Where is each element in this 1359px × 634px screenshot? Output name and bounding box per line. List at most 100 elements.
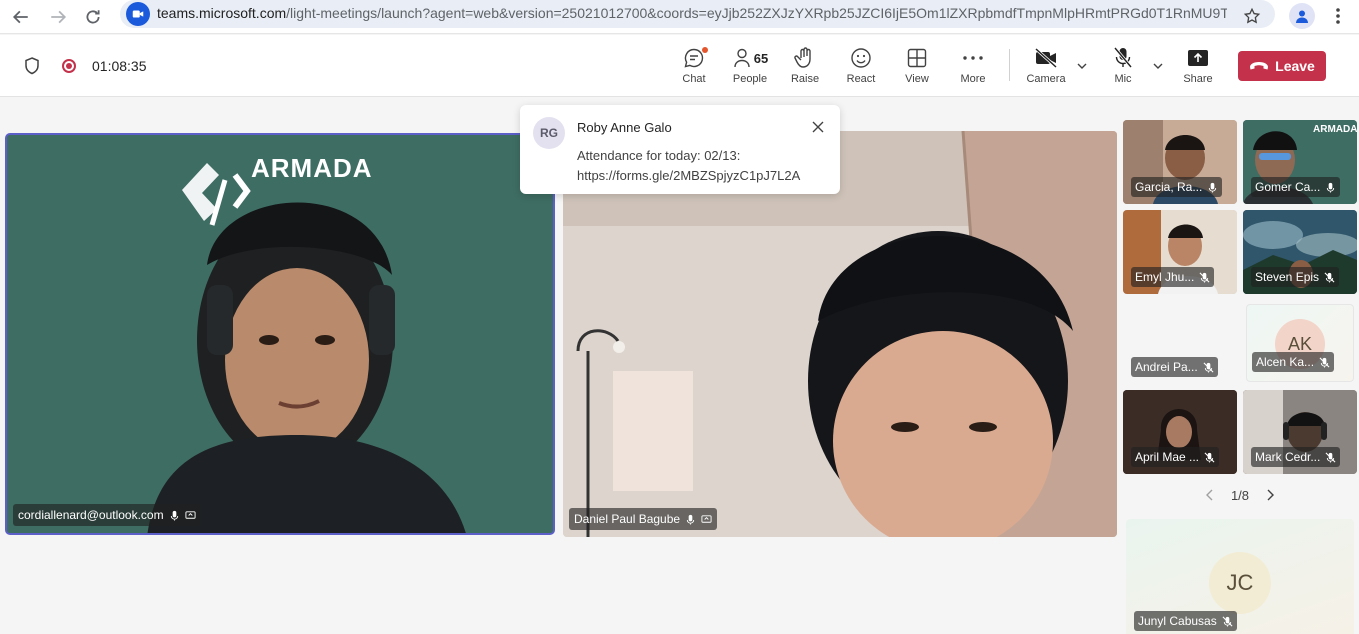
chevron-left-icon[interactable] bbox=[1205, 489, 1215, 501]
share-screen-icon bbox=[1188, 50, 1208, 66]
gallery-pager: 1/8 bbox=[1205, 486, 1275, 504]
smiley-icon bbox=[851, 48, 871, 68]
arrow-right-icon bbox=[51, 10, 67, 24]
participant-name-tag: Mark Cedr... bbox=[1251, 447, 1341, 467]
participant-count: 65 bbox=[753, 50, 769, 66]
participant-name-tag: cordiallenard@outlook.com bbox=[13, 504, 201, 526]
kebab-icon bbox=[1336, 8, 1340, 24]
participant-tile[interactable]: Garcia, Ra... bbox=[1123, 120, 1237, 204]
mic-off-icon bbox=[1199, 272, 1210, 283]
participant-tile[interactable]: Mark Cedr... bbox=[1243, 390, 1357, 474]
view-button[interactable]: View bbox=[891, 45, 943, 91]
participant-name-tag: Alcen Ka... bbox=[1252, 352, 1335, 372]
participant-name: Daniel Paul Bagube bbox=[574, 512, 681, 526]
url-host: teams.microsoft.com bbox=[157, 5, 287, 21]
raise-hand-button[interactable]: Raise bbox=[779, 45, 831, 91]
star-icon bbox=[1243, 7, 1261, 24]
mic-off-icon bbox=[1222, 616, 1233, 627]
raise-label: Raise bbox=[790, 73, 820, 85]
url-path: /light-meetings/launch?agent=web&version… bbox=[286, 5, 1227, 21]
shield-icon[interactable] bbox=[22, 56, 42, 76]
meeting-toolbar: 01:08:35 Chat 65 People Raise React View bbox=[0, 35, 1359, 97]
person-icon bbox=[1296, 10, 1308, 23]
self-avatar: JC bbox=[1209, 552, 1271, 614]
grid-view-icon bbox=[907, 48, 927, 68]
participant-name: Mark Cedr... bbox=[1255, 450, 1321, 464]
reload-button[interactable] bbox=[80, 4, 106, 30]
browser-menu-button[interactable] bbox=[1326, 4, 1350, 28]
hand-icon bbox=[794, 47, 811, 68]
camera-off-icon bbox=[1034, 47, 1058, 69]
brand-watermark: ARMADA bbox=[1313, 124, 1357, 135]
mic-icon bbox=[170, 510, 178, 521]
participant-name-tag: Steven Epis bbox=[1251, 267, 1340, 287]
notification-message: Attendance for today: 02/13: https://for… bbox=[577, 148, 801, 183]
camera-button[interactable]: Camera bbox=[1020, 45, 1072, 91]
toolbar-divider bbox=[1009, 49, 1010, 81]
chat-notification[interactable]: RG Roby Anne Galo Attendance for today: … bbox=[520, 105, 840, 194]
chevron-down-icon[interactable] bbox=[1076, 61, 1088, 71]
participant-tile[interactable]: ARMADA Gomer Ca... bbox=[1243, 120, 1357, 204]
participant-name: Junyl Cabusas bbox=[1138, 614, 1217, 628]
site-info-icon[interactable] bbox=[126, 2, 150, 26]
mic-off-icon bbox=[1204, 452, 1215, 463]
meeting-timer: 01:08:35 bbox=[92, 58, 147, 74]
chat-button[interactable]: Chat bbox=[668, 45, 720, 91]
people-icon bbox=[734, 48, 750, 68]
more-button[interactable]: More bbox=[947, 45, 999, 91]
participant-name-tag: Emyl Jhu... bbox=[1131, 267, 1215, 287]
mic-button[interactable]: Mic bbox=[1097, 45, 1149, 91]
participant-tile[interactable]: Andrei Pa... bbox=[1123, 300, 1237, 384]
react-button[interactable]: React bbox=[835, 45, 887, 91]
participant-name-tag: Daniel Paul Bagube bbox=[569, 508, 718, 530]
address-bar[interactable]: teams.microsoft.com/light-meetings/launc… bbox=[120, 0, 1275, 28]
bookmark-button[interactable] bbox=[1240, 4, 1264, 28]
chevron-right-icon[interactable] bbox=[1265, 489, 1275, 501]
screen-share-icon bbox=[701, 514, 712, 523]
participant-name: Gomer Ca... bbox=[1255, 180, 1321, 194]
participant-name-tag: Junyl Cabusas bbox=[1134, 611, 1237, 631]
participant-name-tag: April Mae ... bbox=[1131, 447, 1220, 467]
participant-tile[interactable]: AK Alcen Ka... bbox=[1246, 304, 1354, 382]
ellipsis-icon bbox=[963, 56, 983, 60]
participant-tile[interactable]: Steven Epis bbox=[1243, 210, 1357, 294]
share-button[interactable]: Share bbox=[1172, 45, 1224, 91]
people-button[interactable]: 65 People bbox=[722, 45, 778, 91]
participant-name-tag: Gomer Ca... bbox=[1251, 177, 1341, 197]
mic-icon bbox=[1327, 182, 1335, 193]
phone-hangup-icon bbox=[1250, 62, 1269, 70]
screen-share-icon bbox=[185, 510, 196, 519]
sender-name: Roby Anne Galo bbox=[577, 120, 672, 135]
mic-icon bbox=[686, 514, 695, 525]
participant-name-tag: Garcia, Ra... bbox=[1131, 177, 1223, 197]
react-label: React bbox=[846, 73, 876, 85]
close-icon[interactable] bbox=[810, 119, 826, 135]
chevron-down-icon[interactable] bbox=[1152, 61, 1164, 71]
participant-tile[interactable]: April Mae ... bbox=[1123, 390, 1237, 474]
participant-tile[interactable]: Emyl Jhu... bbox=[1123, 210, 1237, 294]
mic-off-icon bbox=[1113, 47, 1133, 68]
self-video-tile[interactable]: JC Junyl Cabusas bbox=[1126, 519, 1354, 634]
profile-button[interactable] bbox=[1289, 3, 1315, 29]
forward-button[interactable] bbox=[45, 4, 71, 30]
reload-icon bbox=[86, 10, 100, 24]
sender-avatar: RG bbox=[533, 117, 565, 149]
back-button[interactable] bbox=[8, 4, 34, 30]
recording-icon bbox=[62, 59, 76, 73]
leave-button[interactable]: Leave bbox=[1238, 51, 1326, 81]
people-label: People bbox=[732, 73, 768, 85]
unread-dot bbox=[702, 47, 708, 53]
browser-toolbar: teams.microsoft.com/light-meetings/launc… bbox=[0, 0, 1359, 34]
page-indicator: 1/8 bbox=[1230, 487, 1250, 503]
participant-name: April Mae ... bbox=[1135, 450, 1200, 464]
video-feed-1 bbox=[7, 135, 553, 533]
arrow-left-icon bbox=[12, 10, 28, 24]
leave-label: Leave bbox=[1275, 58, 1315, 74]
url-text: teams.microsoft.com/light-meetings/launc… bbox=[157, 5, 1227, 21]
participant-name: Alcen Ka... bbox=[1256, 355, 1315, 369]
mic-icon bbox=[1209, 182, 1217, 193]
participant-name: Andrei Pa... bbox=[1135, 360, 1198, 374]
view-label: View bbox=[905, 73, 929, 85]
participant-video-main-1[interactable]: ARMADA cordiallenard@outlook.com bbox=[5, 133, 555, 535]
camera-label: Camera bbox=[1026, 73, 1066, 85]
